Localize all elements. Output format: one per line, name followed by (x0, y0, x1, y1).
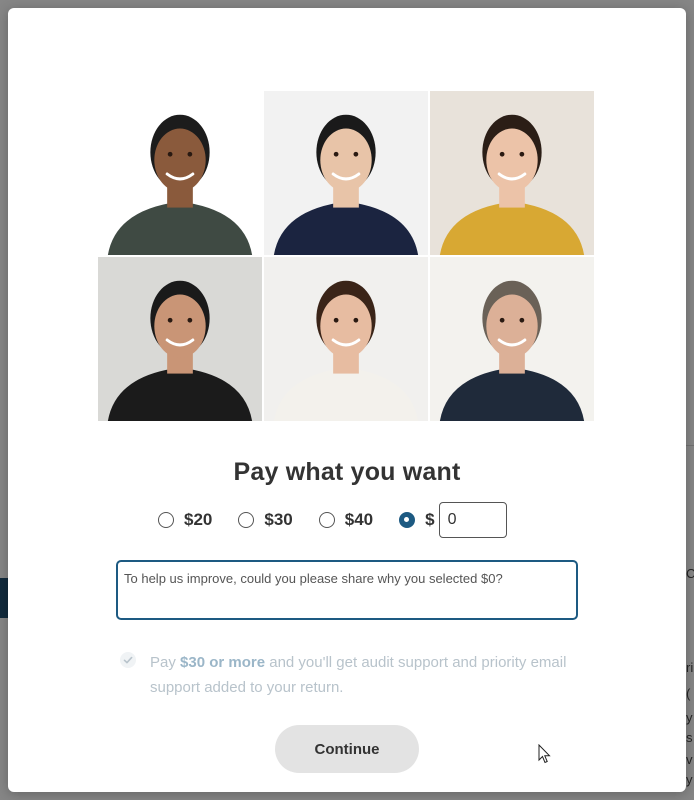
price-option-40[interactable]: $40 (318, 510, 374, 530)
custom-amount-input[interactable] (438, 502, 507, 538)
check-icon (120, 652, 136, 668)
person-3-photo (429, 90, 595, 256)
price-option-custom[interactable]: $ (399, 502, 507, 538)
perk-notice: Pay $30 or more and you'll get audit sup… (120, 650, 580, 700)
continue-button[interactable]: Continue (275, 725, 419, 773)
reason-textarea[interactable] (116, 560, 578, 620)
price-label-30: $30 (264, 510, 293, 529)
person-6-photo (429, 256, 595, 422)
price-option-30[interactable]: $30 (238, 510, 293, 530)
radio-30[interactable] (238, 512, 255, 528)
person-1-photo (97, 90, 263, 256)
price-option-20[interactable]: $20 (158, 510, 212, 530)
mouse-cursor-icon (538, 744, 551, 764)
person-5-photo (263, 256, 429, 422)
price-options: $20 $30 $40 $ (158, 501, 507, 539)
perk-highlight: $30 or more (180, 654, 266, 671)
perk-lead: Pay (150, 654, 181, 671)
price-label-40: $40 (344, 510, 374, 529)
modal-title: Pay what you want (233, 458, 461, 486)
radio-40[interactable] (318, 512, 335, 528)
team-photo-grid (97, 90, 597, 422)
person-2-photo (263, 90, 429, 256)
pay-what-you-want-modal: Pay what you want $20 $30 $40 $ To help … (8, 8, 686, 792)
radio-custom[interactable] (399, 512, 416, 528)
perk-text: Pay $30 or more and you'll get audit sup… (150, 650, 580, 700)
radio-20[interactable] (158, 512, 174, 528)
person-4-photo (97, 256, 263, 422)
price-label-20: $20 (184, 510, 213, 529)
custom-dollar-sign: $ (425, 510, 435, 529)
